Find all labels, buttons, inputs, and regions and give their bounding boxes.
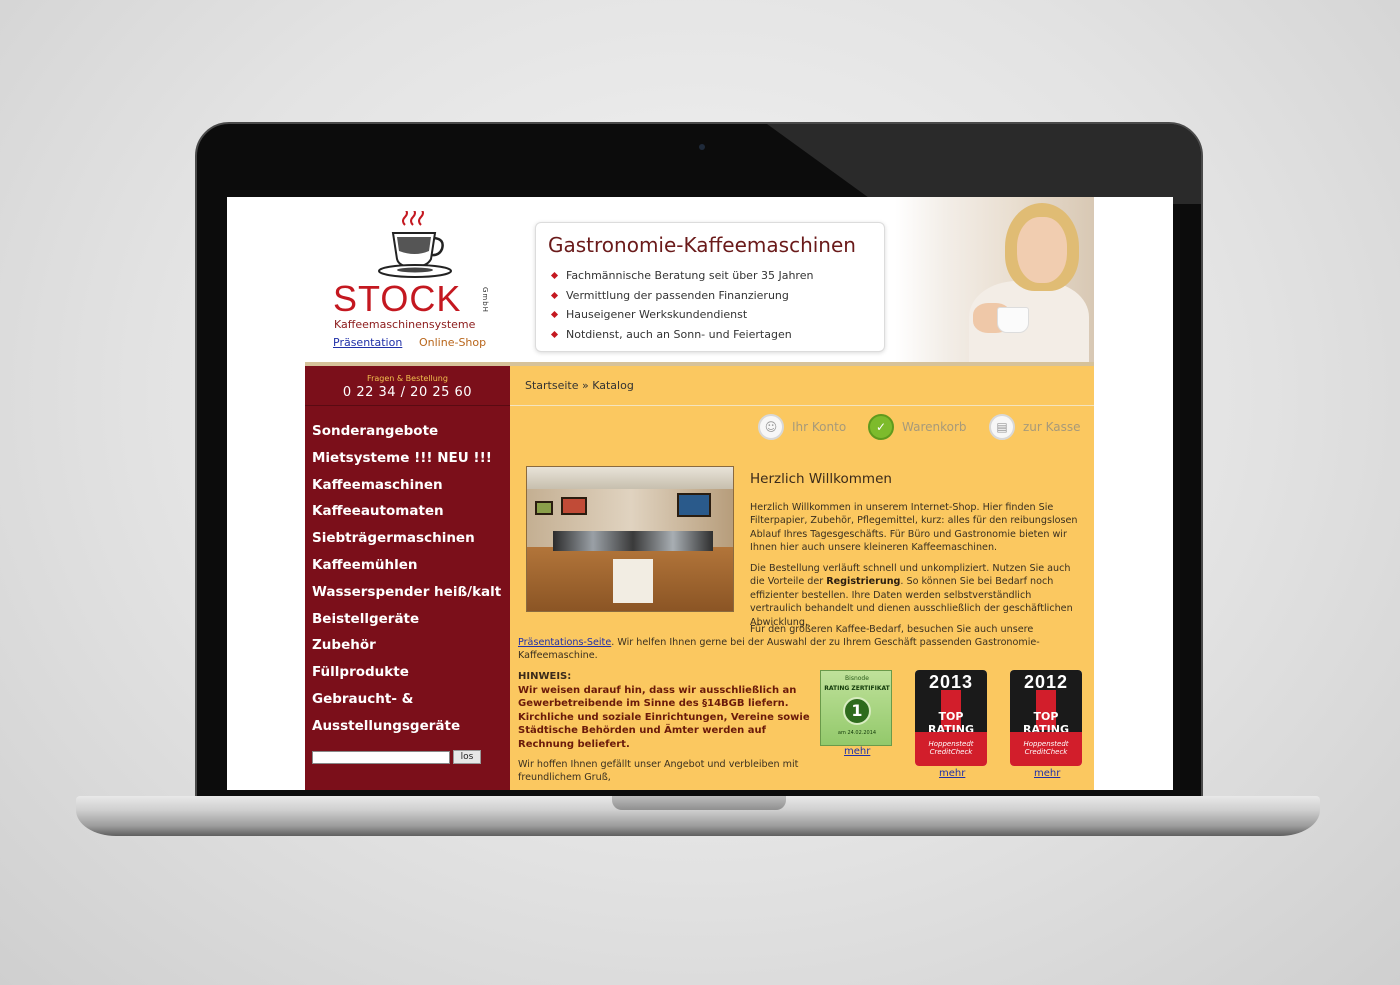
checkout-label: zur Kasse <box>1023 420 1081 434</box>
breadcrumb[interactable]: Startseite » Katalog <box>525 379 634 392</box>
logo-gmbh: GmbH <box>481 287 489 313</box>
photo-art <box>677 493 711 517</box>
rating-year: 2012 <box>1023 672 1069 692</box>
link-online-shop[interactable]: Online-Shop <box>419 336 486 349</box>
presentation-paragraph: Für den größeren Kaffee-Bedarf, besuchen… <box>750 624 1034 635</box>
logo-wordmark[interactable]: STOCK <box>333 279 461 319</box>
site-header: STOCK GmbH Kaffeemaschinensysteme Präsen… <box>305 197 1094 366</box>
shop-photo <box>526 466 734 612</box>
nav-item-beistellgeraete[interactable]: Beistellgeräte <box>312 606 501 633</box>
photo-ceiling <box>527 467 733 489</box>
top-rating-badge-2012[interactable]: 2012 TOP RATING Hoppenstedt CreditCheck <box>1010 670 1082 766</box>
presentation-page-link[interactable]: Präsentations-Seite <box>518 637 611 648</box>
woman-photo-face <box>1017 217 1067 283</box>
coffee-cup-photo <box>997 307 1029 333</box>
cart-label: Warenkorb <box>902 420 967 434</box>
main-content: Startseite » Katalog ☺ Ihr Konto ✓ Waren… <box>510 366 1094 790</box>
photo-art <box>561 497 587 515</box>
cert-seal-icon: 1 <box>843 697 871 725</box>
nav-item-ausstellungsgeraete[interactable]: Ausstellungsgeräte <box>312 713 501 740</box>
presentation-paragraph-cont: Präsentations-Seite. Wir helfen Ihnen ge… <box>518 636 1084 663</box>
notice-text: Wir weisen darauf hin, dass wir ausschli… <box>518 685 810 750</box>
welcome-title: Herzlich Willkommen <box>750 471 892 487</box>
promo-item: Vermittlung der passenden Finanzierung <box>566 286 813 306</box>
category-nav: Sonderangebote Mietsysteme !!! NEU !!! K… <box>312 418 501 740</box>
nav-item-zubehoer[interactable]: Zubehör <box>312 632 501 659</box>
logo-subtitle: Kaffeemaschinensysteme <box>334 318 476 331</box>
cart-link[interactable]: ✓ Warenkorb <box>868 413 967 441</box>
top-rating-badge-2013[interactable]: 2013 TOP RATING Hoppenstedt CreditCheck <box>915 670 987 766</box>
cert-more-link[interactable]: mehr <box>844 746 870 757</box>
browser-screen: STOCK GmbH Kaffeemaschinensysteme Präsen… <box>227 197 1173 790</box>
photo-island <box>613 559 653 603</box>
phone-box: Fragen & Bestellung 0 22 34 / 20 25 60 <box>305 366 510 406</box>
promo-box: Gastronomie-Kaffeemaschinen Fachmännisch… <box>535 222 885 352</box>
cert-date: am 24.02.2014 <box>837 730 877 736</box>
nav-item-fuellprodukte[interactable]: Füllprodukte <box>312 659 501 686</box>
promo-title: Gastronomie-Kaffeemaschinen <box>548 233 856 257</box>
nav-item-gebraucht[interactable]: Gebraucht- & <box>312 686 501 713</box>
photo-art <box>535 501 553 515</box>
phone-label: Fragen & Bestellung <box>367 374 448 383</box>
registration-text: Registrierung <box>826 576 901 588</box>
website: STOCK GmbH Kaffeemaschinensysteme Präsen… <box>305 197 1094 790</box>
promo-item: Notdienst, auch an Sonn- und Feiertagen <box>566 325 813 345</box>
sidebar: Fragen & Bestellung 0 22 34 / 20 25 60 S… <box>305 366 510 790</box>
link-presentation[interactable]: Präsentation <box>333 336 402 349</box>
rating-year: 2013 <box>928 672 974 692</box>
closing-text: Wir hoffen Ihnen gefällt unser Angebot u… <box>518 759 799 784</box>
nav-item-kaffeeautomaten[interactable]: Kaffeeautomaten <box>312 498 501 525</box>
photo-machines <box>553 531 713 551</box>
promo-item: Fachmännische Beratung seit über 35 Jahr… <box>566 266 813 286</box>
account-link[interactable]: ☺ Ihr Konto <box>758 413 846 441</box>
nav-item-siebtraegermaschinen[interactable]: Siebträgermaschinen <box>312 525 501 552</box>
breadcrumb-bar: Startseite » Katalog <box>510 366 1094 406</box>
cert-brand: Bisnode <box>845 675 869 682</box>
rating-bottom: Hoppenstedt CreditCheck <box>915 732 987 766</box>
intro-paragraph: Herzlich Willkommen in unserem Internet-… <box>750 502 1078 554</box>
account-label: Ihr Konto <box>792 420 847 434</box>
coffee-cup-logo-icon[interactable] <box>375 211 457 281</box>
rating-certificate-badge[interactable]: Bisnode RATING ZERTIFIKAT 1 am 24.02.201… <box>820 670 892 746</box>
promo-list: Fachmännische Beratung seit über 35 Jahr… <box>566 266 813 344</box>
nav-item-sonderangebote[interactable]: Sonderangebote <box>312 418 501 445</box>
rating-bottom: Hoppenstedt CreditCheck <box>1010 732 1082 766</box>
user-icon: ☺ <box>758 414 784 440</box>
search-input[interactable] <box>312 751 450 764</box>
rating-2012-more-link[interactable]: mehr <box>1034 768 1060 779</box>
order-paragraph: Die Bestellung verläuft schnell und unko… <box>750 562 1084 629</box>
nav-item-wasserspender[interactable]: Wasserspender heiß/kalt <box>312 579 501 606</box>
laptop-notch <box>612 796 786 810</box>
nav-item-mietsysteme[interactable]: Mietsysteme !!! NEU !!! <box>312 445 501 472</box>
nav-item-kaffeemuehlen[interactable]: Kaffeemühlen <box>312 552 501 579</box>
phone-number: 0 22 34 / 20 25 60 <box>342 385 473 400</box>
promo-item: Hauseigener Werkskundendienst <box>566 305 813 325</box>
search-button[interactable]: los <box>453 750 481 764</box>
cert-title: RATING ZERTIFIKAT <box>824 685 890 692</box>
cart-icon: ✓ <box>868 414 894 440</box>
rating-2013-more-link[interactable]: mehr <box>939 768 965 779</box>
rating-brand: Hoppenstedt CreditCheck <box>1023 740 1069 756</box>
camera <box>699 144 705 150</box>
rating-brand: Hoppenstedt CreditCheck <box>928 740 974 756</box>
checkout-link[interactable]: ▤ zur Kasse <box>989 413 1081 441</box>
notice-label: HINWEIS: <box>518 671 572 682</box>
screen-glare <box>767 124 1201 204</box>
register-icon: ▤ <box>989 414 1015 440</box>
nav-item-kaffeemaschinen[interactable]: Kaffeemaschinen <box>312 472 501 499</box>
